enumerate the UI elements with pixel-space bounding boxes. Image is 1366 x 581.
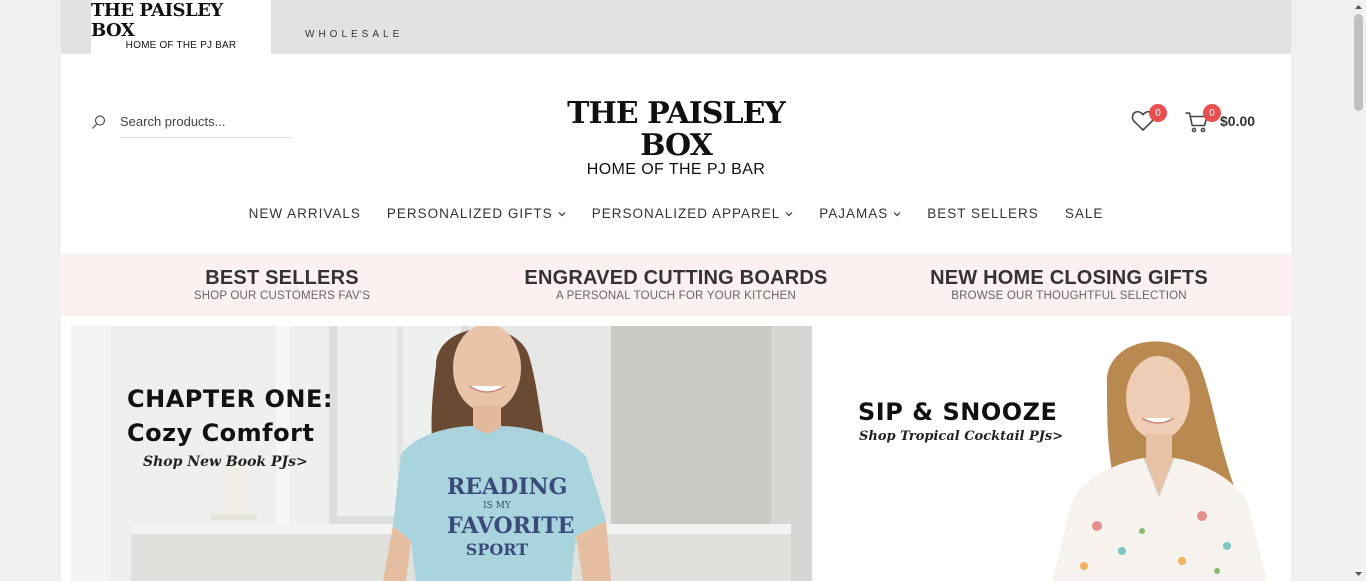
site-logo[interactable]: THE PAISLEY BOX HOME OF THE PJ BAR [551,98,801,178]
nav-item-sale[interactable]: SALE [1065,206,1104,221]
banner-headline: CHAPTER ONE: Cozy Comfort [127,382,333,450]
page-scrollbar[interactable] [1351,0,1366,581]
scroll-down-arrow-icon[interactable] [1351,567,1366,581]
nav-item-label: SALE [1064,206,1104,221]
promo-title: NEW HOME CLOSING GIFTS [930,267,1208,289]
main-nav: NEW ARRIVALS PERSONALIZED GIFTS PERSONAL… [61,206,1291,221]
banner-cocktail-pjs[interactable]: SIP & SNOOZE Shop Tropical Cocktail PJs> [822,326,1291,581]
banner-cocktail-pjs-image [822,326,1291,581]
nav-item-best-sellers[interactable]: BEST SELLERS [927,206,1039,221]
nav-item-label: NEW ARRIVALS [248,206,361,221]
banner-headline-line1: CHAPTER ONE: [127,385,333,413]
banner-cta[interactable]: Shop Tropical Cocktail PJs> [859,429,1063,444]
promo-title: ENGRAVED CUTTING BOARDS [524,267,828,289]
nav-item-label: BEST SELLERS [927,206,1039,221]
chevron-down-icon [785,211,793,216]
shirt-text-line3: FAVORITE [447,513,575,539]
top-brand-tagline: HOME OF THE PJ BAR [125,40,237,51]
top-brand-tab[interactable]: THE PAISLEY BOX HOME OF THE PJ BAR [91,0,271,54]
logo-tagline: HOME OF THE PJ BAR [586,161,766,178]
banner-book-pjs[interactable]: READING IS MY FAVORITE SPORT CHAPTER ONE… [71,326,812,581]
chevron-down-icon [893,211,901,216]
nav-item-new-arrivals[interactable]: NEW ARRIVALS [249,206,361,221]
cart-button[interactable]: 0 [1185,104,1221,134]
cart-count-badge: 0 [1203,104,1221,122]
wishlist-button[interactable]: 0 [1131,104,1167,134]
top-brand-name: THE PAISLEY BOX [91,0,223,41]
promo-best-sellers[interactable]: BEST SELLERS SHOP OUR CUSTOMERS FAV'S [182,266,382,303]
banner-headline: SIP & SNOOZE [858,398,1058,426]
wishlist-count-badge: 0 [1149,104,1167,122]
promo-title: BEST SELLERS [205,267,359,289]
page: THE PAISLEY BOX HOME OF THE PJ BAR WHOLE… [61,0,1291,581]
logo-name: THE PAISLEY BOX [567,96,786,163]
scroll-up-arrow-icon[interactable] [1351,0,1366,14]
nav-item-personalized-gifts[interactable]: PERSONALIZED GIFTS [387,206,566,221]
nav-item-label: PERSONALIZED GIFTS [386,206,553,221]
search-bar [91,112,291,138]
shirt-text-line4: SPORT [465,540,529,559]
cart-total[interactable]: $0.00 [1220,113,1255,129]
chevron-down-icon [558,211,566,216]
banner-cta[interactable]: Shop New Book PJs> [143,454,308,470]
promo-strip: BEST SELLERS SHOP OUR CUSTOMERS FAV'S EN… [61,254,1291,316]
promo-new-home-closing-gifts[interactable]: NEW HOME CLOSING GIFTS BROWSE OUR THOUGH… [914,266,1224,303]
nav-item-pajamas[interactable]: PAJAMAS [819,206,901,221]
search-input[interactable] [120,112,291,138]
wholesale-link[interactable]: WHOLESALE [305,29,403,40]
promo-subtitle: A PERSONAL TOUCH FOR YOUR KITCHEN [555,290,797,302]
nav-item-label: PERSONALIZED APPAREL [591,206,781,221]
promo-subtitle: BROWSE OUR THOUGHTFUL SELECTION [951,290,1187,302]
nav-item-personalized-apparel[interactable]: PERSONALIZED APPAREL [592,206,794,221]
search-icon[interactable] [91,114,107,130]
promo-engraved-cutting-boards[interactable]: ENGRAVED CUTTING BOARDS A PERSONAL TOUCH… [511,266,841,303]
promo-subtitle: SHOP OUR CUSTOMERS FAV'S [193,290,371,302]
scroll-thumb[interactable] [1354,14,1363,111]
banner-headline-line2: Cozy Comfort [127,419,315,447]
shirt-text-line1: READING [447,474,568,500]
nav-item-label: PAJAMAS [819,206,889,221]
top-bar: THE PAISLEY BOX HOME OF THE PJ BAR WHOLE… [61,0,1291,54]
shirt-text-line2: IS MY [483,501,511,511]
